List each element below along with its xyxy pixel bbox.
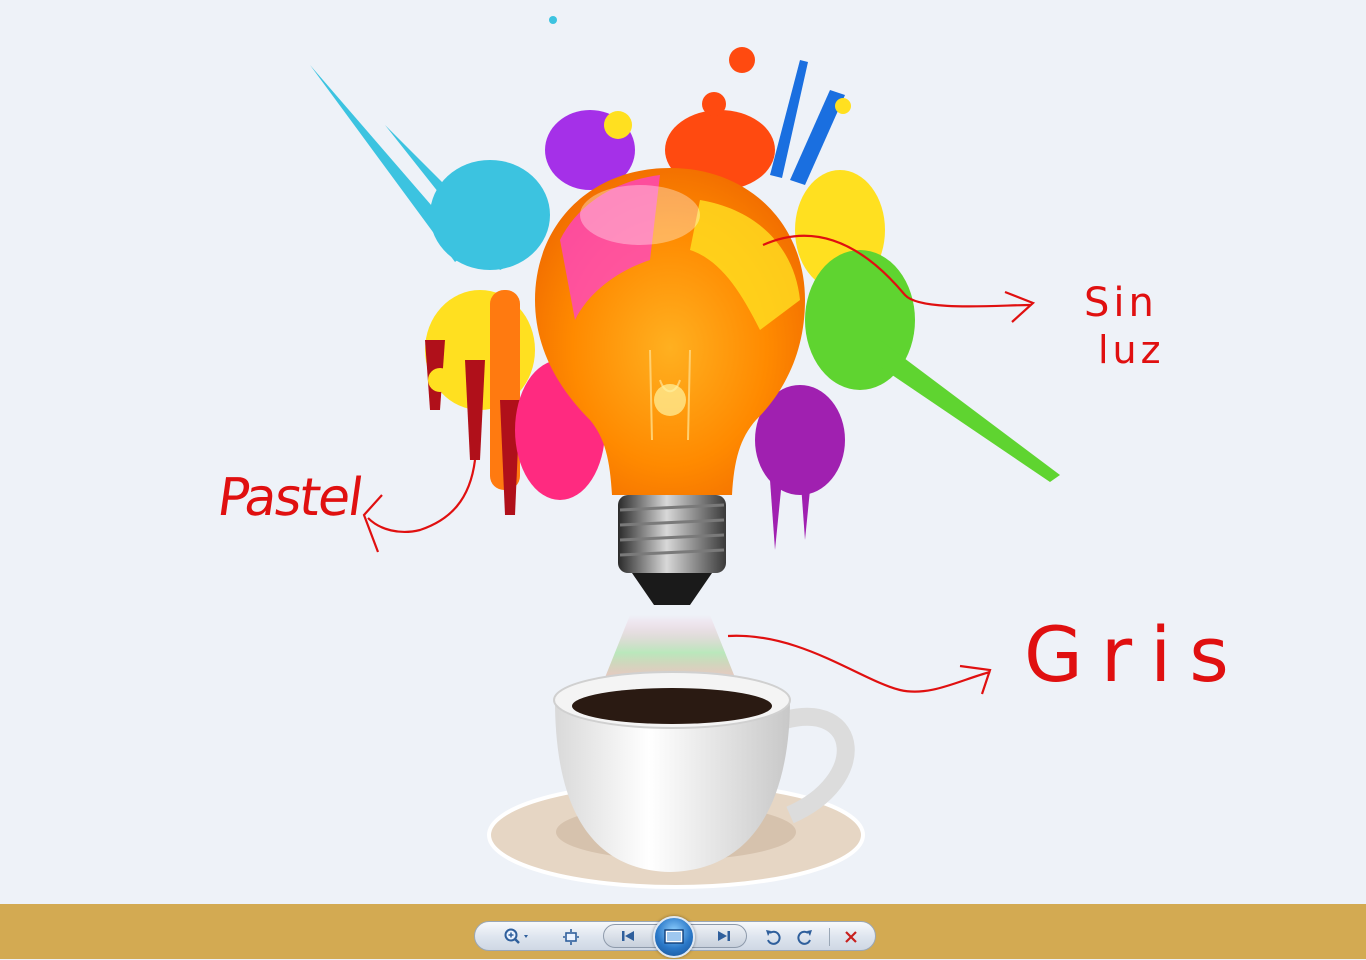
lightbulb-coffee-illustration [310,16,1060,889]
zoom-button[interactable] [501,927,535,947]
photo-viewer-toolbar [474,916,876,958]
zoom-magnifier-icon [504,928,528,944]
rotate-clockwise-icon [797,930,812,945]
actual-size-icon [563,929,579,945]
annotation-gris: Gris [1024,610,1247,699]
arrow-head-sin-luz [1004,290,1036,323]
rotate-clockwise-button[interactable] [793,927,817,947]
slideshow-button[interactable] [653,916,695,958]
annotation-pastel: Pastel [213,468,366,528]
coffee-cup-icon [487,671,865,889]
viewer-toolbar-strip [0,904,1366,959]
lightbulb-icon [535,168,805,605]
previous-button[interactable] [616,926,640,946]
delete-button[interactable] [839,927,863,947]
annotation-sin: Sin [1084,280,1158,326]
image-viewer-canvas: Pastel Sin luz Gris [0,0,1366,904]
rotate-counterclockwise-icon [766,930,781,945]
annotation-luz: luz [1098,328,1165,372]
actual-size-button[interactable] [559,927,583,947]
rotate-counterclockwise-button[interactable] [761,927,785,947]
next-button[interactable] [712,926,736,946]
delete-icon [845,931,857,943]
toolbar-separator [829,928,830,946]
slideshow-icon [664,929,684,944]
arrow-pastel [367,459,477,534]
next-icon [718,931,730,941]
previous-icon [622,931,634,941]
